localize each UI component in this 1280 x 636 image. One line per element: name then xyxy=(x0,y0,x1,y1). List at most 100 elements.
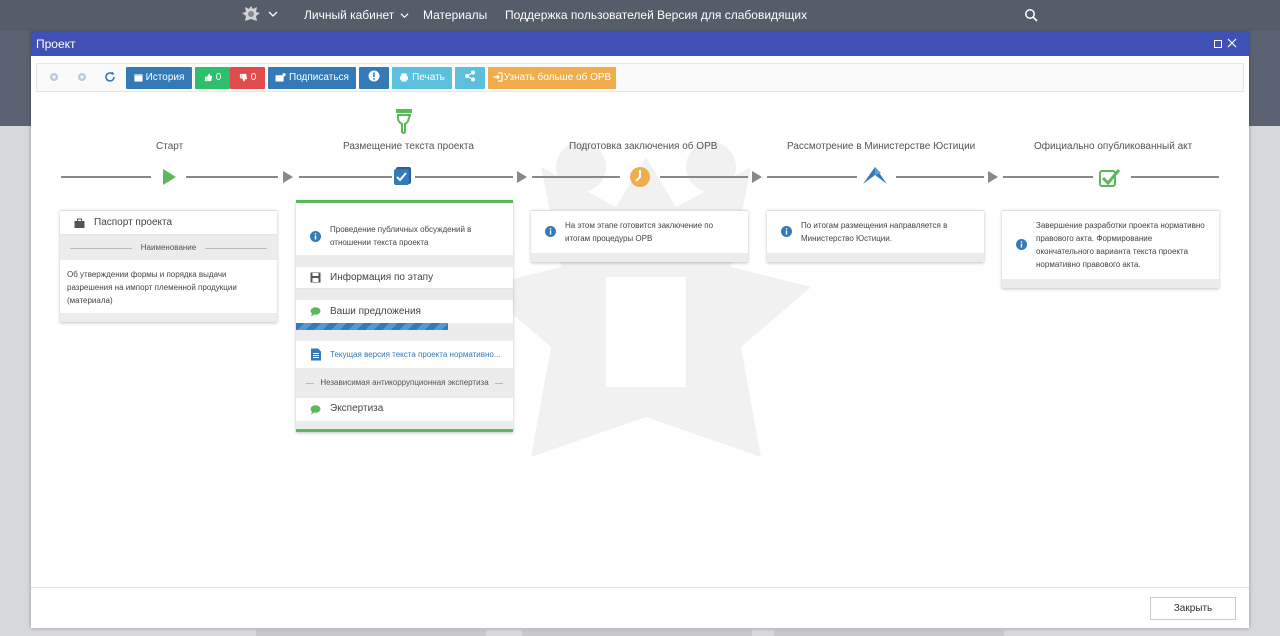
coat-of-arms-watermark xyxy=(481,142,811,457)
orv-card: На этом этапе готовится заключение по ит… xyxy=(531,210,748,262)
subscribe-button[interactable]: Подписаться xyxy=(268,67,356,89)
coat-of-arms-logo[interactable] xyxy=(240,4,262,26)
stage-info-label: Информация по этапу xyxy=(330,272,434,283)
name-label: Наименование xyxy=(140,243,197,252)
stage-title-placement: Размещение текста проекта xyxy=(343,141,474,152)
stage-title-justice: Рассмотрение в Министерстве Юстиции xyxy=(787,141,976,152)
checkbox-doc-icon xyxy=(394,167,411,185)
flow-line xyxy=(1003,176,1093,178)
card-footer xyxy=(531,253,748,262)
sign-in-icon xyxy=(493,72,503,82)
nav-item-personal-account[interactable]: Личный кабинет xyxy=(304,8,409,22)
placement-card: Проведение публичных обсуждений в отноше… xyxy=(296,200,513,432)
flow-line xyxy=(299,176,392,178)
proposals-row[interactable]: Ваши предложения xyxy=(296,300,513,323)
learn-more-label: Узнать больше об ОРВ xyxy=(503,72,612,83)
document-icon xyxy=(311,348,321,361)
chevron-down-icon xyxy=(400,13,409,19)
share-icon xyxy=(465,70,475,82)
placement-info-row: Проведение публичных обсуждений в отноше… xyxy=(296,208,513,255)
learn-more-button[interactable]: Узнать больше об ОРВ xyxy=(488,67,616,89)
history-button[interactable]: История xyxy=(126,67,192,89)
share-button[interactable] xyxy=(455,67,485,89)
anticorruption-separator: Независимая антикоррупционная экспертиза xyxy=(296,368,513,398)
calendar-icon xyxy=(134,74,143,82)
project-name-text: Об утверждении формы и порядка выдачи ра… xyxy=(67,270,237,305)
comment-icon xyxy=(310,405,321,415)
current-version-link[interactable]: Текущая версия текста проекта нормативно… xyxy=(330,350,503,359)
card-footer xyxy=(296,421,513,432)
flow-line xyxy=(1131,176,1219,178)
close-button[interactable]: Закрыть xyxy=(1150,597,1236,620)
info-icon xyxy=(781,226,792,237)
close-icon[interactable] xyxy=(1227,38,1237,48)
expertise-row[interactable]: Экспертиза xyxy=(296,398,513,421)
published-info-text: Завершение разработки проекта нормативно… xyxy=(1036,221,1205,269)
passport-row[interactable]: Паспорт проекта xyxy=(60,211,277,235)
briefcase-icon xyxy=(74,218,85,228)
gear-icon[interactable] xyxy=(47,70,61,84)
refresh-icon[interactable] xyxy=(103,70,117,84)
card-footer xyxy=(1002,279,1219,288)
subscribe-label: Подписаться xyxy=(289,72,349,83)
name-separator: Наименование xyxy=(60,235,277,260)
check-square-icon xyxy=(1099,169,1121,187)
nav-item-accessibility[interactable]: Версия для слабовидящих xyxy=(657,8,807,22)
flow-line xyxy=(415,176,513,178)
pointing-hand-icon xyxy=(396,109,412,134)
flow-line xyxy=(532,176,620,178)
gear-icon[interactable] xyxy=(75,70,89,84)
like-button[interactable]: 0 xyxy=(195,67,230,89)
like-count: 0 xyxy=(215,72,222,83)
clock-icon xyxy=(630,167,650,187)
print-label: Печать xyxy=(412,72,445,83)
nav-item-support[interactable]: Поддержка пользователей xyxy=(505,8,654,22)
stage-title-start: Старт xyxy=(156,141,184,152)
justice-info-text: По итогам размещения направляется в Мини… xyxy=(801,221,948,243)
stage-title-published: Официально опубликованный акт xyxy=(1034,141,1193,152)
nav-item-materials[interactable]: Материалы xyxy=(423,8,487,22)
info-icon xyxy=(545,226,556,237)
send-arrow-icon xyxy=(863,167,887,184)
floppy-icon xyxy=(310,272,321,283)
orv-info-text: На этом этапе готовится заключение по ит… xyxy=(565,221,714,243)
expertise-label: Экспертиза xyxy=(330,403,384,414)
flow-line xyxy=(61,176,151,178)
exclamation-icon xyxy=(368,70,380,82)
proposals-progress-fill xyxy=(296,323,448,330)
modal-header: Проект xyxy=(31,32,1249,56)
flow-line xyxy=(660,176,748,178)
card-gap xyxy=(296,255,513,267)
card-footer xyxy=(767,253,984,262)
passport-label: Паспорт проекта xyxy=(94,217,173,228)
card-gap xyxy=(296,330,513,341)
comment-icon xyxy=(310,307,321,317)
placement-info-text: Проведение публичных обсуждений в отноше… xyxy=(330,225,472,247)
flow-arrow xyxy=(517,171,527,183)
thumbs-up-icon xyxy=(204,73,212,82)
card-footer xyxy=(60,313,277,322)
modal-footer-divider xyxy=(31,587,1249,588)
chevron-down-icon[interactable] xyxy=(268,9,278,19)
published-card: Завершение разработки проекта нормативно… xyxy=(1002,210,1219,288)
maximize-icon[interactable] xyxy=(1214,40,1222,48)
flow-arrow xyxy=(283,171,293,183)
justice-card: По итогам размещения направляется в Мини… xyxy=(767,210,984,262)
toolbar: История 0 0 Подписаться Печать Узнать бо… xyxy=(36,63,1244,92)
nav-item-label: Личный кабинет xyxy=(304,8,395,22)
alert-button[interactable] xyxy=(359,67,389,89)
flow-arrow xyxy=(752,171,762,183)
info-icon xyxy=(310,231,321,242)
proposals-label: Ваши предложения xyxy=(330,306,421,317)
current-version-row[interactable]: Текущая версия текста проекта нормативно… xyxy=(296,341,513,368)
info-icon xyxy=(1016,239,1027,250)
dislike-button[interactable]: 0 xyxy=(230,67,265,89)
flow-line xyxy=(767,176,857,178)
stage-info-row[interactable]: Информация по этапу xyxy=(296,267,513,289)
search-icon[interactable] xyxy=(1024,8,1038,22)
start-card: Паспорт проекта Наименование Об утвержде… xyxy=(60,210,277,322)
modal-title: Проект xyxy=(36,37,76,51)
card-gap xyxy=(296,289,513,300)
flow-line xyxy=(186,176,278,178)
print-button[interactable]: Печать xyxy=(392,67,452,89)
